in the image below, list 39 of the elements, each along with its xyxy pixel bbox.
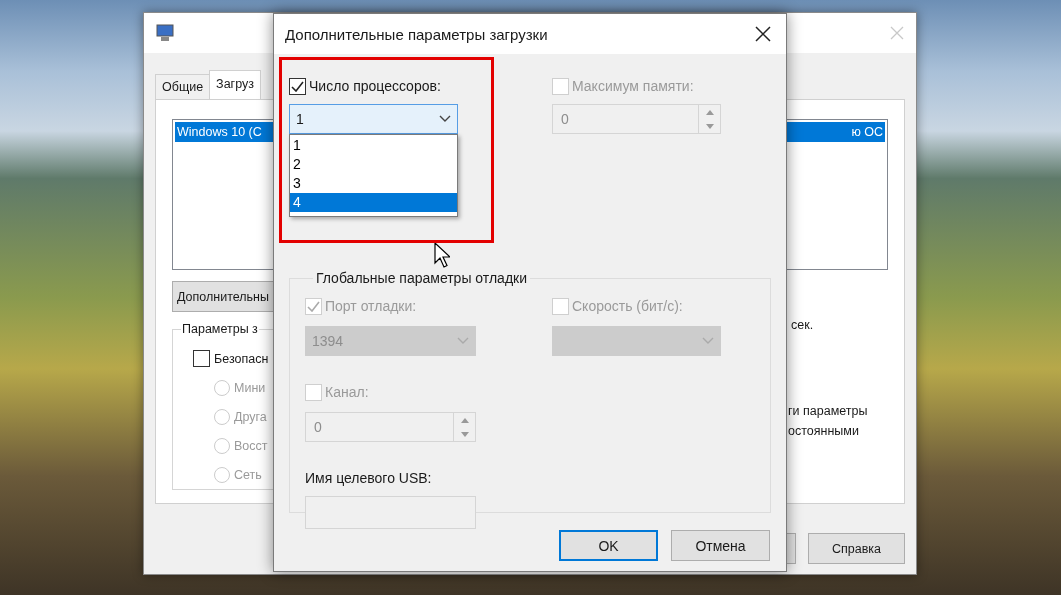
- radio-label: Восст: [234, 437, 268, 455]
- tab[interactable]: Общие: [155, 74, 211, 99]
- checkbox[interactable]: [193, 350, 210, 367]
- checkbox-label: Порт отладки:: [325, 297, 417, 316]
- checkbox-label: Число процессоров:: [309, 77, 441, 96]
- note-text: остоянными: [787, 423, 860, 440]
- dropdown-option[interactable]: 3: [290, 174, 457, 193]
- checkbox[interactable]: [289, 77, 306, 95]
- list-item-text: Windows 10 (С: [177, 124, 262, 141]
- group-title: Глобальные параметры отладки: [315, 270, 528, 286]
- checkbox-label: Максимум памяти:: [572, 77, 694, 96]
- list-item-text: ю ОС: [851, 124, 883, 141]
- tab[interactable]: Загруз: [209, 70, 261, 99]
- computer-icon: [156, 24, 174, 42]
- dialog-button[interactable]: OK: [559, 530, 658, 561]
- help-button[interactable]: Справка: [808, 533, 905, 564]
- chevron-down-icon: [457, 337, 469, 345]
- dialog-button[interactable]: Отмена: [671, 530, 770, 561]
- dropdown[interactable]: [552, 326, 721, 356]
- radio-label: Мини: [234, 379, 266, 397]
- radio-label: Сеть: [234, 466, 262, 484]
- chevron-down-icon: [439, 115, 451, 123]
- dropdown[interactable]: 1: [289, 104, 458, 134]
- checkbox-label: Безопасн: [214, 350, 269, 368]
- close-icon[interactable]: [890, 26, 904, 40]
- chevron-down-icon: [702, 337, 714, 345]
- note-text: ги параметры: [787, 403, 869, 420]
- checkbox-label: Скорость (бит/с):: [572, 297, 683, 316]
- dropdown-option[interactable]: 2: [290, 155, 457, 174]
- cursor-icon: [434, 242, 450, 268]
- dropdown-option[interactable]: 1: [290, 136, 457, 155]
- dropdown-option[interactable]: 4: [290, 193, 457, 212]
- checkbox-label: Канал:: [325, 383, 369, 402]
- close-icon: [755, 26, 771, 42]
- dialog-title: Дополнительные параметры загрузки: [285, 25, 548, 43]
- field-label: Имя целевого USB:: [305, 470, 432, 486]
- timeout-unit: сек.: [790, 317, 815, 334]
- radio-label: Друга: [234, 408, 267, 426]
- group-title: Параметры з: [181, 322, 259, 336]
